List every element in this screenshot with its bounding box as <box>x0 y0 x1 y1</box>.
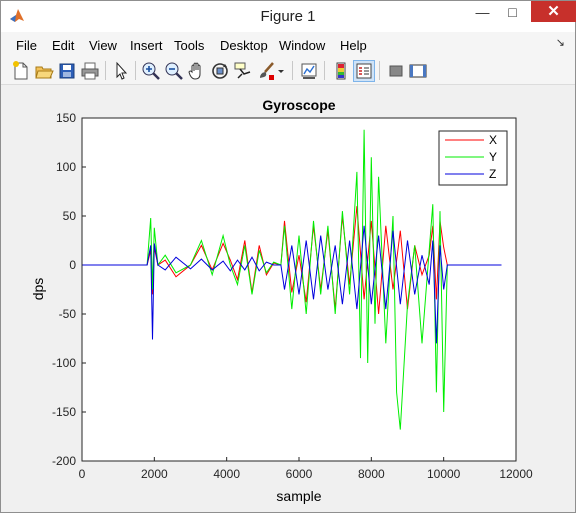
y-tick-label: 150 <box>56 111 76 125</box>
open-file-icon <box>35 66 54 79</box>
new-figure-icon <box>13 61 28 80</box>
insert-colorbar-button[interactable] <box>330 60 352 82</box>
edit-plot-arrow-icon <box>116 61 128 80</box>
menu-desktop[interactable]: Desktop <box>220 38 268 53</box>
y-tick-label: 100 <box>56 160 76 174</box>
y-tick-label: -150 <box>52 405 76 419</box>
legend-label-z: Z <box>489 167 496 181</box>
hide-plot-tools-icon <box>389 65 403 77</box>
figure-toolbar <box>1 56 575 85</box>
pan-button[interactable] <box>186 60 208 82</box>
menu-edit[interactable]: Edit <box>52 38 74 53</box>
menu-view[interactable]: View <box>89 38 117 53</box>
figure-window: Figure 1 — □ ✕ File Edit View Insert Too… <box>0 0 576 513</box>
x-tick-label: 0 <box>79 467 86 481</box>
close-icon: ✕ <box>547 3 560 20</box>
pan-hand-icon <box>188 62 201 80</box>
hide-plot-tools-button[interactable] <box>385 60 407 82</box>
edit-plot-button[interactable] <box>110 60 132 82</box>
x-tick-label: 8000 <box>358 467 385 481</box>
print-button[interactable] <box>79 60 101 82</box>
menu-dock-arrow-icon[interactable]: ↘ <box>556 36 565 49</box>
toolbar-separator <box>105 61 106 80</box>
figure-canvas: Gyroscope sample dps 0 2000 4000 6000 8000 10… <box>7 86 571 508</box>
y-tick-label: -100 <box>52 356 76 370</box>
open-file-button[interactable] <box>33 60 55 82</box>
rotate-3d-button[interactable] <box>209 60 231 82</box>
brush-dropdown-button[interactable] <box>275 60 287 82</box>
chart-title: Gyroscope <box>262 97 335 113</box>
show-plot-tools-icon <box>409 64 427 78</box>
gyroscope-chart[interactable]: Gyroscope sample dps 0 2000 4000 6000 8000 10… <box>7 86 571 508</box>
zoom-in-icon <box>142 62 160 80</box>
zoom-out-button[interactable] <box>163 60 185 82</box>
toolbar-separator <box>324 61 325 80</box>
data-cursor-button[interactable] <box>232 60 254 82</box>
new-figure-button[interactable] <box>10 60 32 82</box>
legend-label-y: Y <box>489 150 497 164</box>
toolbar-separator <box>379 61 380 80</box>
brush-button[interactable] <box>255 60 277 82</box>
y-axis-label: dps <box>30 278 46 301</box>
x-tick-label: 2000 <box>141 467 168 481</box>
close-button[interactable]: ✕ <box>531 1 576 22</box>
x-axis-label: sample <box>276 488 321 504</box>
toolbar-separator <box>135 61 136 80</box>
chevron-down-icon <box>278 70 284 73</box>
y-tick-label: -200 <box>52 454 76 468</box>
y-axis-ticks: 150 100 50 0 -50 -100 -150 -200 <box>52 111 86 468</box>
link-plot-button[interactable] <box>298 60 320 82</box>
insert-colorbar-icon <box>336 62 346 80</box>
title-bar[interactable]: Figure 1 — □ ✕ <box>1 1 576 32</box>
menu-window[interactable]: Window <box>279 38 325 53</box>
menu-insert[interactable]: Insert <box>130 38 163 53</box>
minimize-button[interactable]: — <box>469 1 496 23</box>
menu-bar: File Edit View Insert Tools Desktop Wind… <box>1 32 575 56</box>
x-tick-label: 10000 <box>427 467 461 481</box>
menu-tools[interactable]: Tools <box>174 38 204 53</box>
insert-legend-icon <box>356 63 372 79</box>
menu-file[interactable]: File <box>16 38 37 53</box>
x-tick-label: 4000 <box>213 467 240 481</box>
maximize-icon: □ <box>508 4 517 20</box>
legend[interactable]: X Y Z <box>438 130 508 186</box>
y-tick-label: 0 <box>69 258 76 272</box>
show-plot-tools-button[interactable] <box>407 60 429 82</box>
x-tick-label: 12000 <box>499 467 533 481</box>
rotate-3d-icon <box>212 63 228 79</box>
brush-icon <box>260 62 274 80</box>
zoom-out-icon <box>165 62 183 80</box>
menu-help[interactable]: Help <box>340 38 367 53</box>
y-tick-label: 50 <box>63 209 77 223</box>
print-icon <box>81 62 99 80</box>
legend-label-x: X <box>489 133 497 147</box>
minimize-icon: — <box>475 4 490 20</box>
save-button[interactable] <box>56 60 78 82</box>
toolbar-separator <box>292 61 293 80</box>
insert-legend-button[interactable] <box>353 60 375 82</box>
zoom-in-button[interactable] <box>140 60 162 82</box>
y-tick-label: -50 <box>59 307 77 321</box>
maximize-button[interactable]: □ <box>499 1 526 23</box>
save-icon <box>59 63 75 79</box>
data-cursor-icon <box>234 62 251 79</box>
x-tick-label: 6000 <box>286 467 313 481</box>
link-plot-icon <box>301 63 317 79</box>
